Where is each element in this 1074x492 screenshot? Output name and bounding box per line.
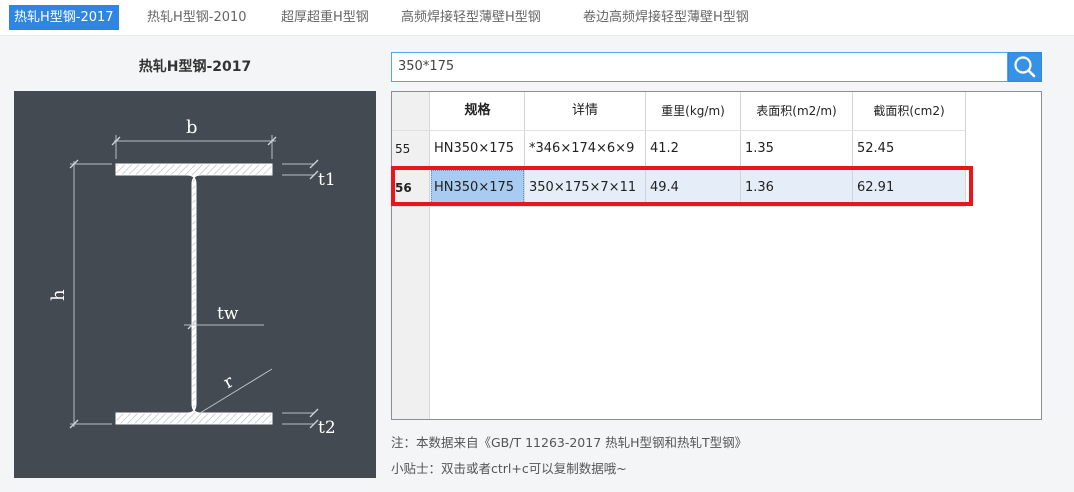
table-cell[interactable]: HN350×175 [434,131,514,167]
col-divider [965,92,966,207]
h-beam-drawing: b t1 h tw r t2 [48,117,336,438]
label-b: b [186,117,198,138]
search-input[interactable]: 350*175 [391,52,1008,82]
tab-hot-rolled-h-2010[interactable]: 热轧H型钢-2010 [142,5,252,30]
source-note: 注：本数据来自《GB/T 11263-2017 热轧H型钢和热轧T型钢》 [391,435,748,450]
col-header-surface-area[interactable]: 表面积(m2/m) [741,92,852,130]
table-cell[interactable]: 1.36 [745,170,774,206]
row-number[interactable]: 55 [395,131,410,167]
table-cell[interactable]: 1.35 [745,131,774,167]
h-beam-diagram: b t1 h tw r t2 [14,91,376,478]
col-header-section-area[interactable]: 截面积(cm2) [853,92,965,130]
tab-bar: 热轧H型钢-2017 热轧H型钢-2010 超厚超重H型钢 高频焊接轻型薄壁H型… [0,0,1074,36]
col-header-spec[interactable]: 规格 [431,92,524,130]
row-number[interactable]: 56 [395,170,412,206]
search-button[interactable] [1008,52,1042,82]
row-divider [392,206,965,207]
tab-curled-hf-welded-light-h[interactable]: 卷边高频焊接轻型薄壁H型钢 [578,5,754,30]
label-r: r [220,371,238,393]
label-tw: tw [217,304,239,324]
table-cell[interactable]: 62.91 [857,170,894,206]
col-header-detail[interactable]: 详情 [525,92,645,130]
tab-hf-welded-light-h[interactable]: 高频焊接轻型薄壁H型钢 [396,5,546,30]
data-table: 规格 详情 重里(kg/m) 表面积(m2/m) 截面积(cm2) 55 HN3… [391,91,1042,420]
tab-extra-thick-h[interactable]: 超厚超重H型钢 [276,5,374,30]
table-cell[interactable]: 52.45 [857,131,894,167]
label-t1: t1 [318,170,336,190]
tab-hot-rolled-h-2017[interactable]: 热轧H型钢-2017 [9,5,119,30]
section-title: 热轧H型钢-2017 [138,59,252,75]
label-t2: t2 [318,418,336,438]
tip-note: 小贴士：双击或者ctrl+c可以复制数据哦~ [391,461,627,476]
label-h: h [48,289,69,301]
h-beam-section [115,163,273,425]
search-icon [1014,56,1036,78]
table-cell[interactable]: 350×175×7×11 [529,170,636,206]
col-header-weight[interactable]: 重里(kg/m) [646,92,740,130]
table-cell[interactable]: 49.4 [650,170,679,206]
table-cell[interactable]: 41.2 [650,131,679,167]
table-cell[interactable]: *346×174×6×9 [529,131,634,167]
table-cell[interactable]: HN350×175 [434,170,514,206]
row-divider [392,168,965,169]
